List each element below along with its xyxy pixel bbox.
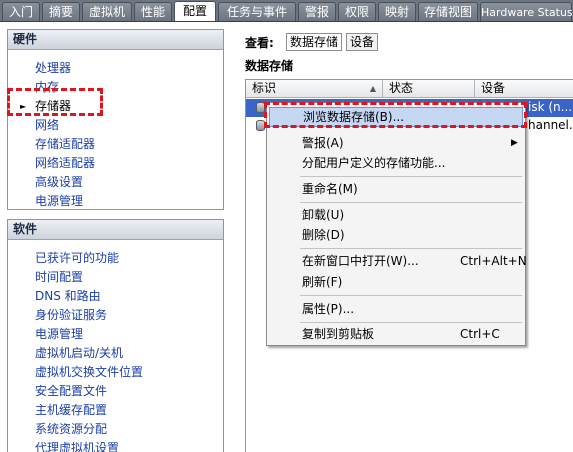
software-item-power-management[interactable]: 电源管理	[8, 325, 223, 344]
menu-item-browse-datastore[interactable]: 浏览数据存储(B)...	[269, 107, 523, 127]
selected-arrow-icon: ►	[20, 102, 27, 111]
menu-item-refresh-label: 刷新(F)	[302, 275, 343, 289]
menu-item-alarm[interactable]: 警报(A) ▶	[269, 133, 523, 153]
hardware-item-network-adapters[interactable]: 网络适配器	[8, 154, 223, 173]
software-item-authentication-services[interactable]: 身份验证服务	[8, 306, 223, 325]
menu-item-open-new-window[interactable]: 在新窗口中打开(W)... Ctrl+Alt+N	[269, 251, 527, 271]
menu-item-alarm-label: 警报(A)	[302, 136, 344, 150]
tab-storage-views[interactable]: 存储视图	[418, 2, 478, 21]
tab-permissions[interactable]: 权限	[338, 2, 376, 21]
column-header-status[interactable]: 状态	[383, 80, 475, 98]
view-devices-button[interactable]: 设备	[346, 33, 379, 51]
software-item-dns-routing[interactable]: DNS 和路由	[8, 287, 223, 306]
datastore-device-cell: hannel...	[528, 118, 573, 132]
sort-ascending-icon: ▲	[369, 84, 376, 93]
software-item-system-resource-allocation[interactable]: 系统资源分配	[8, 420, 223, 439]
tab-tasks-events[interactable]: 任务与事件	[218, 2, 296, 21]
menu-separator	[300, 295, 522, 296]
hardware-item-processors[interactable]: 处理器	[8, 59, 223, 78]
hardware-item-power-management[interactable]: 电源管理	[8, 192, 223, 211]
menu-item-copy-clipboard-shortcut: Ctrl+C	[460, 327, 500, 341]
menu-item-assign-storage-capability[interactable]: 分配用户定义的存储功能...	[269, 153, 523, 173]
menu-item-rename-label: 重命名(M)	[302, 182, 358, 196]
menu-item-copy-clipboard-label: 复制到剪贴板	[302, 327, 375, 341]
tab-performance[interactable]: 性能	[134, 2, 172, 21]
menu-item-unmount-label: 卸载(U)	[302, 208, 345, 222]
menu-item-browse-datastore-label: 浏览数据存储(B)...	[303, 110, 405, 124]
column-identification-label: 标识	[252, 81, 277, 95]
menu-item-refresh[interactable]: 刷新(F)	[269, 272, 523, 292]
menu-separator	[300, 322, 522, 323]
tab-getting-started[interactable]: 入门	[2, 2, 40, 21]
software-panel-header: 软件	[8, 220, 223, 240]
hardware-panel-header: 硬件	[8, 30, 223, 50]
datastore-icon	[256, 120, 265, 131]
software-item-vm-swapfile-location[interactable]: 虚拟机交换文件位置	[8, 363, 223, 382]
menu-item-delete-label: 删除(D)	[302, 228, 345, 242]
datastore-icon	[256, 102, 265, 113]
menu-item-delete[interactable]: 删除(D)	[269, 225, 523, 245]
context-menu: 浏览数据存储(B)... 警报(A) ▶ 分配用户定义的存储功能... 重命名(…	[266, 102, 527, 346]
hardware-list: 处理器 内存 ► 存储器 网络 存储适配器 网络适配器 高级设置 电源管理	[8, 50, 223, 211]
menu-separator	[300, 176, 522, 177]
view-label: 查看:	[245, 36, 274, 50]
software-item-licensed-features[interactable]: 已获许可的功能	[8, 249, 223, 268]
submenu-arrow-icon: ▶	[511, 138, 518, 148]
view-datastores-button[interactable]: 数据存储	[286, 33, 343, 51]
menu-item-properties-label: 属性(P)...	[302, 302, 355, 316]
datastore-device-cell: isk (n...	[528, 100, 573, 114]
hardware-item-advanced-settings[interactable]: 高级设置	[8, 173, 223, 192]
hardware-item-storage-label: 存储器	[35, 99, 72, 113]
software-item-security-profile[interactable]: 安全配置文件	[8, 382, 223, 401]
software-panel: 软件 已获许可的功能 时间配置 DNS 和路由 身份验证服务 电源管理 虚拟机启…	[7, 219, 224, 452]
tab-bar: 入门 摘要 虚拟机 性能 配置 任务与事件 警报 权限 映射 存储视图 Hard…	[0, 0, 573, 22]
software-item-host-cache-config[interactable]: 主机缓存配置	[8, 401, 223, 420]
menu-item-properties[interactable]: 属性(P)...	[269, 299, 523, 319]
tab-maps[interactable]: 映射	[378, 2, 416, 21]
column-header-device[interactable]: 设备	[475, 80, 573, 98]
software-item-vm-startup-shutdown[interactable]: 虚拟机启动/关机	[8, 344, 223, 363]
column-header-identification[interactable]: 标识 ▲	[246, 80, 383, 98]
menu-separator	[300, 202, 522, 203]
menu-item-rename[interactable]: 重命名(M)	[269, 179, 523, 199]
hardware-item-storage[interactable]: ► 存储器	[8, 97, 223, 116]
tab-virtual-machines[interactable]: 虚拟机	[82, 2, 132, 21]
hardware-item-storage-adapters[interactable]: 存储适配器	[8, 135, 223, 154]
hardware-item-memory[interactable]: 内存	[8, 78, 223, 97]
hardware-item-networking[interactable]: 网络	[8, 116, 223, 135]
software-item-time-configuration[interactable]: 时间配置	[8, 268, 223, 287]
grid-header: 标识 ▲ 状态 设备	[246, 80, 573, 98]
menu-separator	[300, 248, 522, 249]
datastores-section-title: 数据存储	[245, 59, 294, 73]
software-list: 已获许可的功能 时间配置 DNS 和路由 身份验证服务 电源管理 虚拟机启动/关…	[8, 240, 223, 452]
menu-item-open-new-window-shortcut: Ctrl+Alt+N	[460, 254, 527, 268]
tab-hardware-status[interactable]: Hardware Status	[480, 2, 573, 21]
hardware-panel: 硬件 处理器 内存 ► 存储器 网络 存储适配器 网络适配器 高级设置 电源管理	[7, 29, 224, 210]
menu-item-assign-storage-capability-label: 分配用户定义的存储功能...	[302, 156, 446, 170]
software-item-agent-vm-settings[interactable]: 代理虚拟机设置	[8, 439, 223, 452]
menu-item-copy-clipboard[interactable]: 复制到剪贴板 Ctrl+C	[269, 324, 523, 344]
menu-item-unmount[interactable]: 卸载(U)	[269, 205, 523, 225]
menu-item-open-new-window-label: 在新窗口中打开(W)...	[302, 254, 419, 268]
tab-summary[interactable]: 摘要	[42, 2, 80, 21]
tab-alarms[interactable]: 警报	[298, 2, 336, 21]
tab-configuration[interactable]: 配置	[174, 1, 216, 21]
